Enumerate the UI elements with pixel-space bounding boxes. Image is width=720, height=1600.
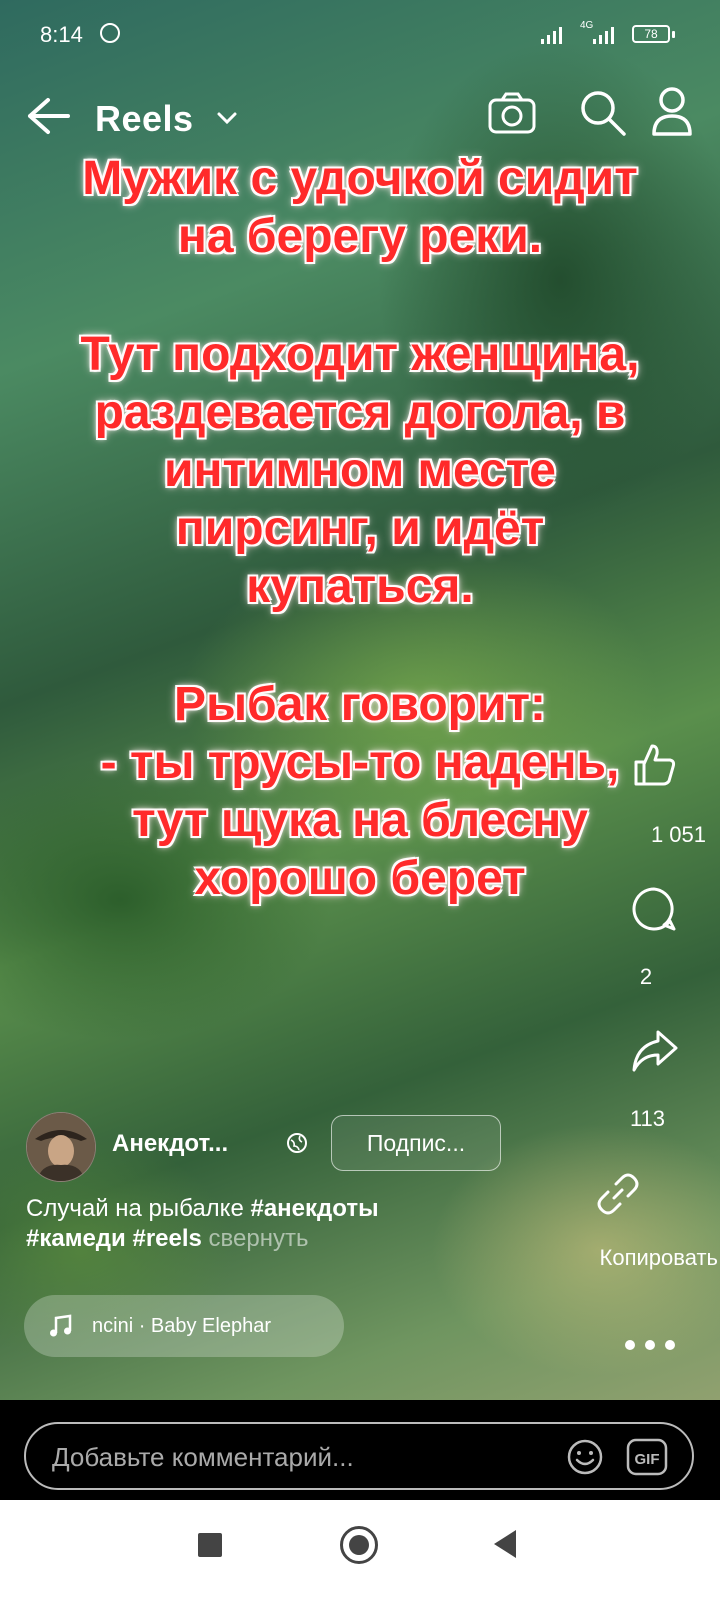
back-arrow-icon[interactable] [24, 94, 72, 138]
author-row: Анекдот... Подпис... [26, 1112, 586, 1182]
signal-icon [541, 27, 562, 44]
collapse-link[interactable]: свернуть [209, 1225, 309, 1252]
side-actions: 1 051 2 113 Копировать [580, 0, 720, 1400]
like-icon[interactable] [630, 740, 678, 788]
like-count: 1 051 [650, 822, 706, 847]
chevron-down-icon[interactable] [215, 108, 239, 128]
home-button[interactable] [340, 1526, 378, 1564]
reels-screen: 8:14 4G 78 Reels Мужик с удочкой сидит н… [0, 0, 720, 1600]
post-caption: Случай на рыбалке #анекдоты #камеди #ree… [26, 1194, 546, 1254]
comment-input[interactable]: Добавьте комментарий... GIF [24, 1422, 694, 1490]
share-icon[interactable] [630, 1028, 680, 1074]
camera-icon[interactable] [486, 88, 538, 140]
avatar[interactable] [26, 1112, 96, 1182]
comment-count: 2 [639, 964, 653, 989]
emoji-icon[interactable] [566, 1438, 604, 1476]
comment-icon[interactable] [630, 885, 678, 933]
page-title[interactable]: Reels [95, 98, 194, 140]
alarm-icon [100, 23, 120, 43]
status-time: 8:14 [40, 22, 83, 47]
globe-icon [287, 1133, 307, 1153]
system-nav-bar [0, 1500, 720, 1600]
subscribe-button[interactable]: Подпис... [331, 1115, 501, 1171]
author-name[interactable]: Анекдот... [112, 1130, 228, 1158]
comment-placeholder: Добавьте комментарий... [52, 1442, 354, 1472]
link-icon[interactable] [594, 1170, 642, 1218]
music-note-icon [50, 1314, 72, 1337]
gif-icon[interactable]: GIF [626, 1438, 668, 1476]
comment-bar: Добавьте комментарий... GIF [0, 1400, 720, 1500]
share-count: 113 [629, 1106, 666, 1131]
back-button[interactable] [494, 1530, 516, 1558]
more-options-icon[interactable] [620, 1335, 680, 1355]
music-track-label: ncini · Baby Elephar [92, 1315, 271, 1337]
hashtag[interactable]: #reels [132, 1225, 201, 1252]
recent-apps-button[interactable] [198, 1533, 222, 1557]
caption-text: Случай на рыбалке [26, 1195, 244, 1222]
hashtag[interactable]: #камеди [26, 1225, 126, 1252]
hashtag[interactable]: #анекдоты [250, 1195, 378, 1222]
music-pill[interactable]: ncini · Baby Elephar [24, 1295, 344, 1357]
svg-text:GIF: GIF [635, 1451, 660, 1468]
copy-link-label[interactable]: Копировать [550, 1245, 718, 1271]
